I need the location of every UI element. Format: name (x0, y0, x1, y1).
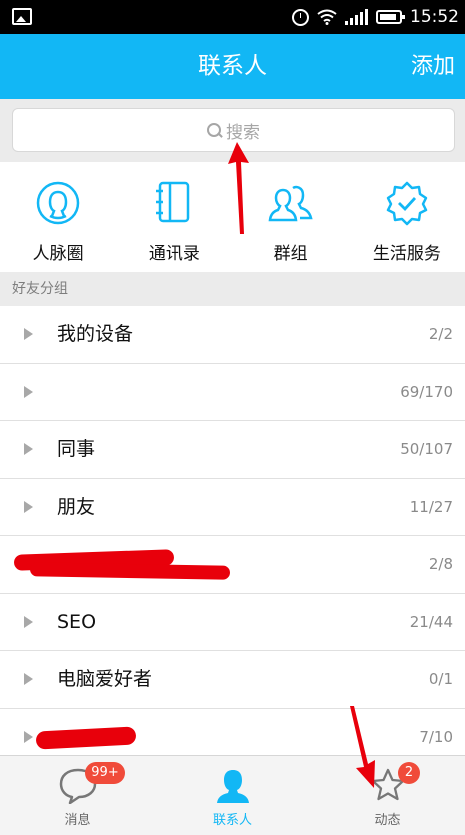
status-indicators: 15:52 (292, 0, 459, 34)
expand-triangle-icon (24, 500, 33, 513)
group-name: 我的设备 (57, 323, 134, 345)
group-name: 同事 (57, 438, 96, 460)
group-row-unnamed[interactable]: 69/170 (0, 363, 465, 421)
battery-icon (376, 10, 405, 24)
title-bar: 联系人 添加 (0, 34, 465, 99)
tab-messages[interactable]: 99+ 消息 (0, 756, 155, 835)
tab-feed[interactable]: 2 动态 (310, 756, 465, 835)
expand-triangle-icon (24, 385, 33, 398)
group-count: 2/8 (428, 555, 453, 573)
section-header: 好友分组 (0, 272, 465, 306)
quick-entry-label: 生活服务 (372, 244, 441, 264)
group-row-my-devices[interactable]: 我的设备 2/2 (0, 306, 465, 364)
quick-entries: 人脉圈 通讯录 群组 生活服务 (0, 162, 465, 272)
service-badge-icon (386, 181, 428, 226)
group-row-redacted[interactable]: 2/8 (0, 536, 465, 594)
add-button[interactable]: 添加 (411, 34, 455, 99)
group-count: 21/44 (409, 612, 453, 631)
expand-triangle-icon (24, 443, 33, 456)
expand-triangle-icon (24, 730, 33, 743)
redaction-scribble (29, 562, 231, 580)
group-row-seo[interactable]: SEO 21/44 (0, 593, 465, 651)
page-title: 联系人 (198, 53, 267, 79)
status-bar: 15:52 (0, 0, 465, 34)
notification-badge: 2 (398, 762, 420, 784)
quick-entry-life-services[interactable]: 生活服务 (349, 162, 465, 272)
group-row-pc-fans[interactable]: 电脑爱好者 0/1 (0, 651, 465, 709)
quick-entry-address-book[interactable]: 通讯录 (116, 162, 232, 272)
quick-entry-label: 群组 (273, 244, 308, 264)
group-count: 69/170 (400, 382, 453, 401)
group-name: 电脑爱好者 (57, 668, 153, 690)
group-count: 0/1 (428, 670, 453, 688)
alarm-icon (292, 8, 309, 26)
unread-badge: 99+ (85, 762, 125, 784)
search-input[interactable]: 搜索 (12, 108, 455, 152)
wifi-icon (317, 9, 337, 25)
bottom-tab-bar: 99+ 消息 联系人 2 动态 (0, 755, 465, 835)
quick-entry-label: 通讯录 (148, 244, 200, 264)
address-book-icon (156, 181, 190, 223)
quick-entry-contacts-circle[interactable]: 人脉圈 (0, 162, 116, 272)
group-count: 2/2 (428, 325, 453, 343)
quick-entry-label: 人脉圈 (32, 244, 84, 264)
group-count: 11/27 (409, 497, 453, 516)
status-time: 15:52 (410, 7, 459, 27)
signal-icon (345, 9, 368, 25)
group-list: 我的设备 2/2 69/170 同事 50/107 朋友 11/27 2/8 S… (0, 306, 465, 766)
circle-person-icon (36, 181, 80, 225)
search-placeholder: 搜索 (226, 122, 260, 143)
group-row-colleagues[interactable]: 同事 50/107 (0, 421, 465, 479)
gallery-notification-icon (12, 8, 32, 25)
expand-triangle-icon (24, 328, 33, 341)
tab-contacts[interactable]: 联系人 (155, 756, 310, 835)
group-row-friends[interactable]: 朋友 11/27 (0, 478, 465, 536)
group-name: 朋友 (57, 495, 96, 518)
group-name: SEO (57, 610, 97, 633)
group-count: 50/107 (400, 440, 453, 458)
tab-label: 联系人 (212, 813, 252, 828)
redaction-scribble (35, 725, 137, 750)
person-icon (216, 770, 249, 803)
expand-triangle-icon (24, 673, 33, 686)
search-area: 搜索 (0, 99, 465, 162)
tab-label: 动态 (374, 813, 401, 828)
tab-label: 消息 (64, 813, 91, 828)
search-icon (207, 122, 222, 138)
expand-triangle-icon (24, 615, 33, 628)
quick-entry-groups[interactable]: 群组 (233, 162, 349, 272)
group-icon (268, 185, 313, 222)
